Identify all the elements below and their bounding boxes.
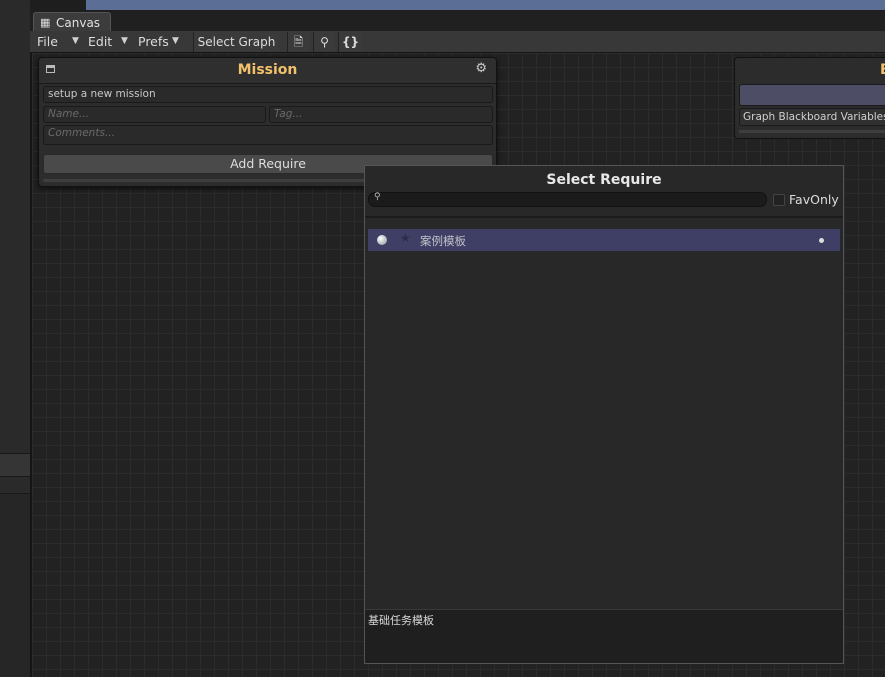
list-item[interactable]: ★ 案例模板 <box>368 229 840 251</box>
document-icon: 🗎 <box>293 35 304 49</box>
search-icon: ⚲ <box>320 35 329 49</box>
search-icon: ⚲ <box>374 192 381 202</box>
favonly-label: FavOnly <box>789 192 839 207</box>
node-title: Mission <box>237 62 298 78</box>
menubar: File ▼ Edit ▼ Prefs ▼ Select Graph 🗎 ⚲ {… <box>30 31 885 53</box>
menu-prefs[interactable]: Prefs ▼ <box>138 31 186 52</box>
dot-icon <box>819 238 824 243</box>
menu-file-label: File <box>37 34 58 49</box>
list-item-label: 案例模板 <box>420 234 466 248</box>
node-footer <box>739 130 885 133</box>
left-dock-lower <box>0 494 30 677</box>
comments-field[interactable]: Comments... <box>43 125 493 145</box>
blackboard-node[interactable]: B Graph Blackboard Variables <box>734 57 885 139</box>
favonly-checkbox[interactable] <box>773 194 785 206</box>
description-panel: 基础任务模板 <box>365 609 843 663</box>
star-icon[interactable]: ★ <box>400 231 411 245</box>
braces-icon: {} <box>341 35 360 49</box>
menu-prefs-label: Prefs <box>138 34 169 49</box>
search-input[interactable]: ⚲ <box>368 192 767 207</box>
description-text: 基础任务模板 <box>368 614 434 627</box>
left-dock-header <box>0 453 30 477</box>
gear-icon[interactable]: ⚙ <box>475 61 487 76</box>
left-dock-panel <box>0 0 30 677</box>
chevron-down-icon: ▼ <box>172 36 179 46</box>
braces-button[interactable]: {} <box>338 32 362 52</box>
select-require-popup: Select Require ⚲ FavOnly ★ 案例模板 基础任务模板 <box>364 165 844 664</box>
node-header[interactable]: Mission ⚙ <box>39 58 496 84</box>
menu-edit-label: Edit <box>88 34 113 49</box>
document-button[interactable]: 🗎 <box>287 32 309 52</box>
tab-canvas[interactable]: ▦ Canvas <box>33 12 111 32</box>
tag-field[interactable]: Tag... <box>269 106 493 123</box>
search-button[interactable]: ⚲ <box>313 32 335 52</box>
blackboard-bar[interactable] <box>739 84 885 106</box>
popup-title: Select Require <box>546 172 662 188</box>
node-title: B <box>880 62 885 78</box>
divider <box>365 216 843 218</box>
description-field[interactable]: setup a new mission <box>43 86 493 103</box>
graph-icon: ▦ <box>40 16 51 29</box>
menu-edit[interactable]: Edit ▼ <box>88 31 133 52</box>
top-window-edge <box>86 0 885 10</box>
select-graph-button[interactable]: Select Graph <box>193 32 279 52</box>
name-field[interactable]: Name... <box>43 106 266 123</box>
blackboard-variables-label: Graph Blackboard Variables <box>739 108 885 126</box>
chevron-down-icon: ▼ <box>72 36 79 46</box>
menu-file[interactable]: File ▼ <box>37 31 87 52</box>
bullet-icon <box>377 235 387 245</box>
chevron-down-icon: ▼ <box>121 36 128 46</box>
tab-title: Canvas <box>56 16 101 30</box>
